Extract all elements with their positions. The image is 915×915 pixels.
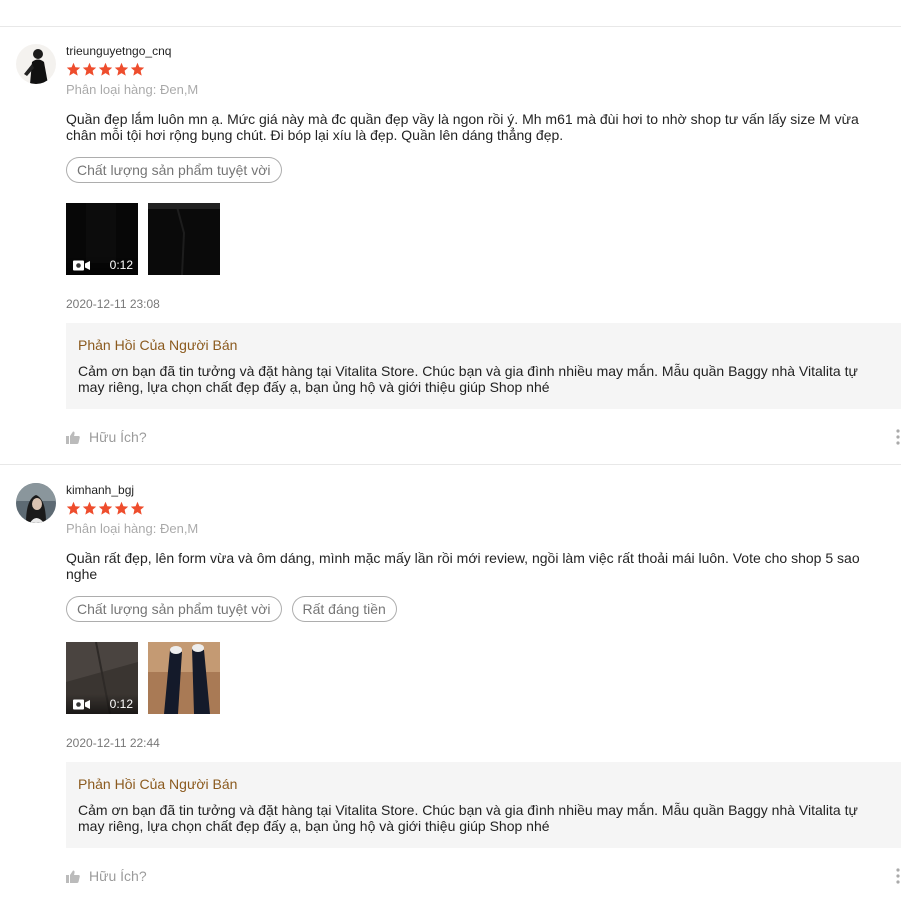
product-variation: Phân loại hàng: Đen,M bbox=[66, 521, 199, 536]
seller-reply: Phản Hồi Của Người Bán Cảm ơn bạn đã tin… bbox=[66, 323, 901, 409]
review-timestamp: 2020-12-11 22:44 bbox=[66, 736, 160, 750]
seller-reply-title: Phản Hồi Của Người Bán bbox=[78, 776, 238, 792]
review-tag: Rất đáng tiền bbox=[291, 596, 397, 622]
thumbs-up-icon bbox=[66, 870, 80, 883]
more-vertical-icon[interactable] bbox=[895, 868, 901, 884]
video-camera-icon bbox=[73, 260, 90, 271]
star-icon bbox=[82, 501, 97, 515]
video-camera-icon bbox=[73, 699, 90, 710]
star-icon bbox=[114, 62, 129, 76]
helpful-label: Hữu Ích? bbox=[89, 429, 147, 445]
video-thumbnail[interactable]: 0:12 bbox=[66, 642, 138, 714]
top-divider bbox=[0, 26, 901, 27]
star-icon bbox=[130, 62, 145, 76]
review-media: 0:12 bbox=[66, 203, 220, 275]
helpful-button[interactable]: Hữu Ích? bbox=[66, 429, 147, 445]
review-timestamp: 2020-12-11 23:08 bbox=[66, 297, 160, 311]
star-icon bbox=[130, 501, 145, 515]
star-icon bbox=[66, 501, 81, 515]
star-icon bbox=[98, 62, 113, 76]
review-divider bbox=[0, 464, 901, 465]
video-duration: 0:12 bbox=[109, 697, 133, 711]
review-content: Quần rất đẹp, lên form vừa và ôm dáng, m… bbox=[66, 550, 860, 582]
star-icon bbox=[98, 501, 113, 515]
product-variation: Phân loại hàng: Đen,M bbox=[66, 82, 199, 97]
review-tag: Chất lượng sản phẩm tuyệt vời bbox=[66, 596, 282, 622]
video-thumbnail[interactable]: 0:12 bbox=[66, 203, 138, 275]
helpful-button[interactable]: Hữu Ích? bbox=[66, 868, 147, 884]
review-tag: Chất lượng sản phẩm tuyệt vời bbox=[66, 157, 282, 183]
photo-thumbnail[interactable] bbox=[148, 642, 220, 714]
review-tags: Chất lượng sản phẩm tuyệt vời Rất đáng t… bbox=[66, 596, 397, 622]
rating-stars bbox=[66, 501, 145, 516]
helpful-label: Hữu Ích? bbox=[89, 868, 147, 884]
review-content: Quần đẹp lắm luôn mn ạ. Mức giá này mà đ… bbox=[66, 111, 859, 143]
star-icon bbox=[66, 62, 81, 76]
star-icon bbox=[114, 501, 129, 515]
seller-reply-title: Phản Hồi Của Người Bán bbox=[78, 337, 238, 353]
avatar[interactable] bbox=[16, 483, 56, 523]
thumbs-up-icon bbox=[66, 431, 80, 444]
rating-stars bbox=[66, 62, 145, 77]
video-duration: 0:12 bbox=[109, 258, 133, 272]
photo-thumbnail[interactable] bbox=[148, 203, 220, 275]
avatar[interactable] bbox=[16, 44, 56, 84]
seller-reply: Phản Hồi Của Người Bán Cảm ơn bạn đã tin… bbox=[66, 762, 901, 848]
username[interactable]: kimhanh_bgj bbox=[66, 483, 134, 497]
star-icon bbox=[82, 62, 97, 76]
username[interactable]: trieunguyetngo_cnq bbox=[66, 44, 171, 58]
more-vertical-icon[interactable] bbox=[895, 429, 901, 445]
seller-reply-text: Cảm ơn bạn đã tin tưởng và đặt hàng tại … bbox=[78, 802, 858, 834]
seller-reply-text: Cảm ơn bạn đã tin tưởng và đặt hàng tại … bbox=[78, 363, 858, 395]
review-tags: Chất lượng sản phẩm tuyệt vời bbox=[66, 157, 282, 183]
review-media: 0:12 bbox=[66, 642, 220, 714]
